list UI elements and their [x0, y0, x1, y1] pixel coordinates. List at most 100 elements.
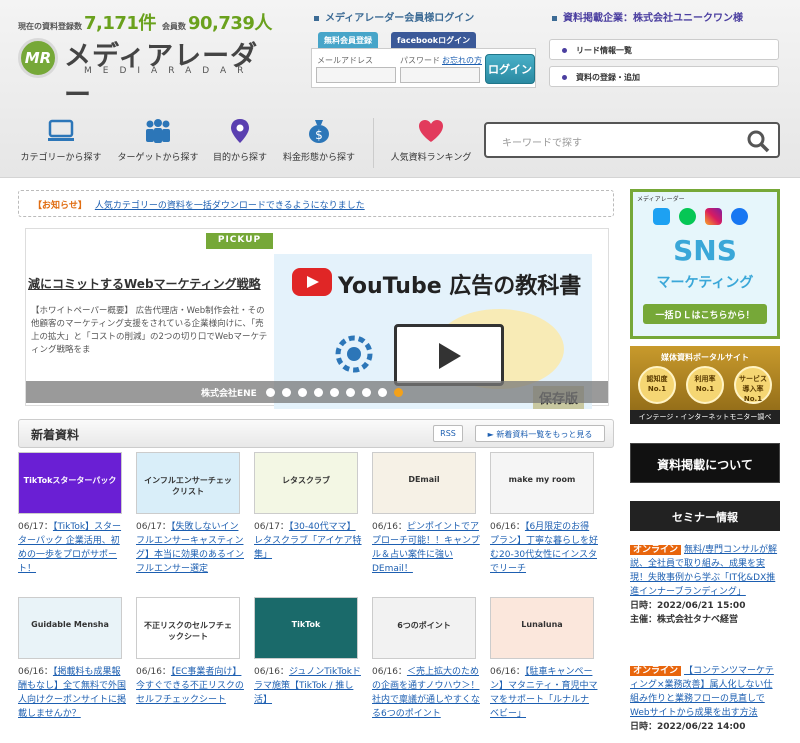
doc-card[interactable]: Lunaluna 06/16：【駐車キャンペーン】マタニティ・育児中ママをサポート… [490, 597, 598, 723]
doc-date: 06/16： [136, 667, 171, 677]
award-medal: 認知度 No.1 [638, 366, 676, 404]
doc-thumbnail[interactable]: 6つのポイント [372, 597, 476, 659]
doc-thumbnail-text: Lunaluna [521, 620, 563, 629]
doc-thumbnail-text: TikTok [291, 620, 321, 629]
carousel-dot[interactable] [378, 388, 387, 397]
award-medal: 利用率 No.1 [686, 366, 724, 404]
doc-title-block: 06/16：ピンポイントでアプローチ可能！！キャンプル＆占い案件に強いDEmai… [372, 520, 480, 578]
doc-thumbnail[interactable]: 不正リスクのセルフチェックシート [136, 597, 240, 659]
carousel-dot[interactable] [362, 388, 371, 397]
doc-thumbnail[interactable]: インフルエンサーチェックリスト [136, 452, 240, 514]
doc-thumbnail[interactable]: make my room [490, 452, 594, 514]
sns-banner-cta[interactable]: 一括ＤＬはこちらから！ [643, 304, 767, 324]
seminar-date: 日時：2022/06/22 14:00 [630, 722, 746, 732]
carousel-dot[interactable] [330, 388, 339, 397]
seminar-item[interactable]: オンライン 【コンテンツマーケティング×業務改善】属人化しない仕組み作りと業務フロ… [630, 664, 780, 734]
instagram-icon [705, 208, 722, 225]
new-docs-title: 新着資料 [31, 428, 80, 442]
gear-icon [335, 335, 373, 373]
doc-card[interactable]: TikTok 06/16：ジュノンTikTokドラマ施策【TikTok / 推し活… [254, 597, 362, 723]
seminar-header: セミナー情報 [630, 501, 780, 531]
award-medal: サービス導入率 No.1 [734, 366, 772, 404]
svg-text:$: $ [315, 128, 323, 142]
doc-thumbnail-text: インフルエンサーチェックリスト [144, 476, 232, 496]
lead-list-link[interactable]: リード情報一覧 [549, 39, 779, 60]
site-logo[interactable]: MR メディアレーダー MEDIARADAR [18, 38, 280, 111]
login-button[interactable]: ログイン [485, 54, 535, 84]
map-pin-icon [231, 119, 249, 143]
sns-banner[interactable]: メディアレーダー SNS マーケティング 一括ＤＬはこちらから！ [630, 189, 780, 339]
doc-card[interactable]: Guidable Mensha 06/16：【掲載料も成果報酬もなし】全て無料で外… [18, 597, 126, 723]
doc-thumbnail[interactable]: DEmail [372, 452, 476, 514]
search-input[interactable]: キーワードで探す [502, 134, 582, 149]
nav-target[interactable]: ターゲットから探す [112, 108, 204, 178]
listing-info-button[interactable]: 資料掲載について [630, 443, 780, 483]
free-register-tab[interactable]: 無料会員登録 [318, 32, 378, 48]
carousel-dot[interactable] [314, 388, 323, 397]
pickup-carousel[interactable]: PICKUP 減にコミットするWebマーケティング戦略 【ホワイトペーパー概要】… [25, 228, 609, 409]
nav-purpose[interactable]: 目的から探す [208, 108, 272, 178]
notice-link[interactable]: 人気カテゴリーの資料を一括ダウンロードできるようになりました [95, 201, 365, 211]
doc-date: 06/16： [254, 667, 289, 677]
doc-date: 06/17： [18, 522, 53, 532]
nav-pricing-label: 料金形態から探す [282, 153, 355, 163]
doc-thumbnail[interactable]: Guidable Mensha [18, 597, 122, 659]
email-field[interactable] [316, 67, 396, 83]
pickup-company: 株式会社ENE [201, 389, 257, 399]
doc-thumbnail-text: make my room [508, 475, 576, 484]
monitor-icon [48, 119, 74, 141]
search-box[interactable]: キーワードで探す [484, 122, 780, 158]
notice-bar: 【お知らせ】 人気カテゴリーの資料を一括ダウンロードできるようになりました [18, 190, 614, 217]
play-monitor-icon [394, 324, 504, 386]
password-field[interactable] [400, 67, 480, 83]
pickup-title[interactable]: 減にコミットするWebマーケティング戦略 [28, 275, 274, 292]
doc-thumbnail[interactable]: Lunaluna [490, 597, 594, 659]
doc-date: 06/16： [372, 667, 407, 677]
doc-card[interactable]: レタスクラブ 06/17：【30-40代ママ】レタスクラブ「アイケア特集」 [254, 452, 362, 578]
pickup-image-brand: YouTube [338, 274, 442, 299]
doc-thumbnail[interactable]: レタスクラブ [254, 452, 358, 514]
nav-pricing[interactable]: $ 料金形態から探す [276, 108, 362, 178]
doc-title-block: 06/16：＜売上拡大のための企画を通すノウハウ＞！社内で稟議が通しやすくなる6… [372, 665, 480, 723]
doc-date: 06/16： [490, 522, 525, 532]
doc-register-link[interactable]: 資料の登録・追加 [549, 66, 779, 87]
seminar-item[interactable]: オンライン 無料/専門コンサルが解説、全社員で取り組み、成果を実現！失敗事例から学… [630, 543, 780, 627]
nav-ranking-label: 人気資料ランキング [390, 153, 472, 163]
doc-card[interactable]: 不正リスクのセルフチェックシート 06/16：【EC事業者向け】今すぐできる不正リ… [136, 597, 244, 723]
doc-card[interactable]: インフルエンサーチェックリスト 06/17：【失敗しないインフルエンサーキャスティ… [136, 452, 244, 578]
member-count-label: 会員数 [161, 22, 186, 31]
more-docs-button[interactable]: ► 新着資料一覧をもっと見る [475, 425, 605, 442]
nav-divider [373, 118, 374, 168]
doc-title-block: 06/17：【TikTok】スターターパック 企業活用、初めの一歩をプロがサポー… [18, 520, 126, 578]
line-icon [679, 208, 696, 225]
nav-ranking[interactable]: 人気資料ランキング [386, 108, 476, 178]
doc-date: 06/17： [254, 522, 289, 532]
doc-card[interactable]: DEmail 06/16：ピンポイントでアプローチ可能！！キャンプル＆占い案件に強… [372, 452, 480, 578]
nav-category[interactable]: カテゴリーから探す [16, 108, 106, 178]
doc-thumbnail-text: レタスクラブ [282, 476, 330, 485]
search-icon[interactable] [746, 129, 770, 153]
carousel-dot-active[interactable] [394, 388, 403, 397]
youtube-icon [292, 268, 332, 296]
carousel-dot[interactable] [282, 388, 291, 397]
doc-title-block: 06/16：【駐車キャンペーン】マタニティ・育児中ママをサポート「ルナルナ ベビ… [490, 665, 598, 723]
carousel-dot[interactable] [266, 388, 275, 397]
rss-button[interactable]: RSS [433, 425, 463, 442]
doc-title-block: 06/16：【掲載料も成果報酬もなし】全て無料で外国人向けクーポンサイトに掲載し… [18, 665, 126, 723]
forgot-password-link[interactable]: お忘れの方 [442, 55, 482, 66]
doc-card[interactable]: TikTokスターターパック 06/17：【TikTok】スターターパック 企業活… [18, 452, 126, 578]
doc-thumbnail[interactable]: TikTok [254, 597, 358, 659]
nav-category-label: カテゴリーから探す [20, 153, 102, 163]
carousel-dot[interactable] [346, 388, 355, 397]
award-banner[interactable]: 媒体資料ポータルサイト 認知度 No.1 利用率 No.1 サービス導入率 No… [630, 346, 780, 424]
doc-date: 06/17： [136, 522, 171, 532]
facebook-login-tab[interactable]: facebookログイン [391, 32, 477, 48]
doc-thumbnail[interactable]: TikTokスターターパック [18, 452, 122, 514]
carousel-dot[interactable] [298, 388, 307, 397]
nav-target-label: ターゲットから探す [117, 153, 199, 163]
member-login-title: メディアレーダー会員様ログイン [314, 9, 474, 24]
doc-card[interactable]: 6つのポイント 06/16：＜売上拡大のための企画を通すノウハウ＞！社内で稟議が通… [372, 597, 480, 723]
doc-title-block: 06/16：【EC事業者向け】今すぐできる不正リスクのセルフチェックシート [136, 665, 244, 723]
sns-banner-logo: メディアレーダー [637, 196, 685, 203]
doc-card[interactable]: make my room 06/16：【6月限定のお得プラン】丁寧な暮らしを好む2… [490, 452, 598, 578]
